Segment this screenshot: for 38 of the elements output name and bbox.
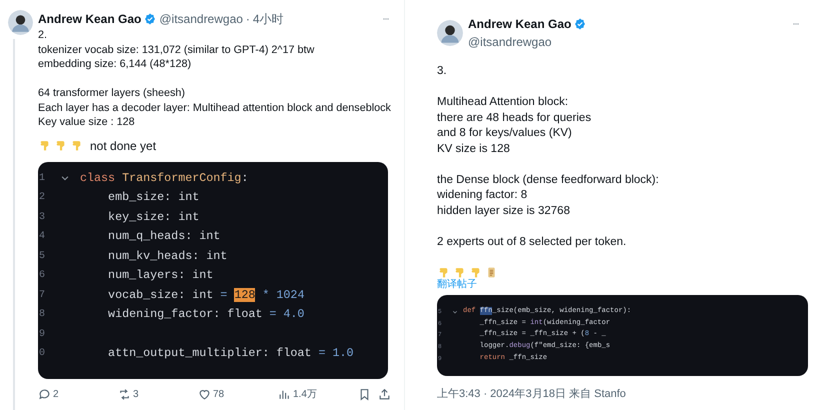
action-count: 78 [213,388,224,402]
post-time[interactable]: 4小时 [252,10,284,28]
line-number: 7 [38,288,46,303]
user-handle: @itsandrewgao [159,11,243,28]
tweet-text: 2 experts out of 8 selected per token. [437,234,628,250]
line-number: 2 [38,191,46,206]
code-line: key_size: int [107,208,200,226]
separator-dot: · [246,11,250,28]
action-count: 2 [53,388,59,402]
tweet-text: Multihead Attention block: there are 48 heads for queries and 8 for keys/values (KV) KV size is 128 [437,95,592,156]
post-timestamp: 上午3:43 · 2024年3月18日 来自 Stanfo [437,387,627,402]
code-line: num_kv_heads: int [107,248,228,265]
tweet-text: 64 transformer layers (sheesh) Each layer has a decoder layer: Multihead attention block and denseblock Key value size : 128 [38,86,392,130]
code-line: class TransformerConfig: [80,170,248,187]
line-number: 6 [38,269,46,284]
code-line: widening_factor: float = 4.0 [107,306,304,324]
tweet-text: not done yet [90,138,156,154]
line-number: 9 [38,328,46,342]
author-name: Andrew Kean Gao [38,11,142,28]
code-line: vocab_size: int = 128 * 1024 [107,286,304,304]
author-name: Andrew Kean Gao [468,16,572,33]
line-number: 8 [38,308,46,322]
tweet-text: 3. [437,64,448,79]
line-number: 0 [38,347,46,362]
user-handle: @itsandrewgao [468,34,553,51]
line-number: 4 [38,230,46,244]
tweet-text: the Dense block (dense feedforward block): widening factor: 8 hidden layer size is 32768 [437,172,660,218]
translate-link[interactable]: 翻译帖子 [437,279,477,291]
tweet-text: 2. tokenizer vocab size: 131,072 (similar to GPT-4) 2^17 btw embedding size: 6,144 (48*128) [38,28,316,72]
code-line: attn_output_multiplier: float = 1.0 [107,345,354,362]
line-number: 5 [38,250,46,264]
code-line: num_layers: int [107,267,214,284]
line-number: 1 [38,172,46,186]
action-count: 3 [133,388,139,402]
line-number: 3 [38,210,46,225]
code-line: num_q_heads: int [107,228,220,246]
code-line: emb_size: int [107,189,200,206]
action-count: 1.4万 [293,388,317,402]
